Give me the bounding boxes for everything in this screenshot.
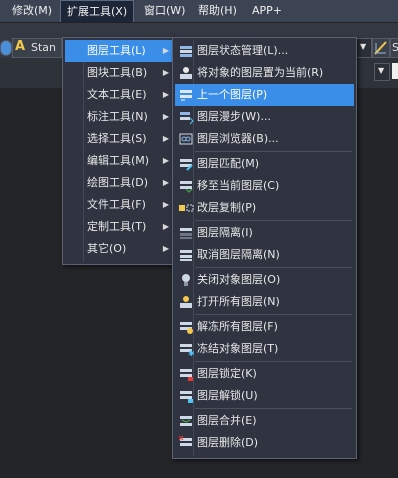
layer-previous-item[interactable]: 上一个图层(P) — [175, 84, 354, 106]
move-to-current-layer-item[interactable]: 移至当前图层(C) — [175, 175, 354, 197]
layer-unlock-icon — [178, 388, 194, 404]
make-object-layer-current-item[interactable]: 将对象的图层置为当前(R) — [175, 62, 354, 84]
chevron-right-icon: ▶ — [162, 68, 169, 77]
layer-state-manager-item[interactable]: 图层状态管理(L)... — [175, 40, 354, 62]
layer-browser-item[interactable]: 图层浏览器(B)... — [175, 128, 354, 150]
chevron-right-icon: ▶ — [162, 178, 169, 187]
chevron-right-icon: ▶ — [162, 90, 169, 99]
text-style-name: Stan — [31, 41, 57, 54]
toolbar-overflow[interactable]: S — [390, 38, 398, 58]
layer-freeze-icon: ✱ — [178, 341, 195, 358]
menu-window[interactable]: 窗口(W) — [138, 0, 191, 22]
move-to-current-icon — [178, 178, 194, 194]
layer-state-icon — [178, 43, 194, 59]
menu-item-block-tools[interactable]: 图块工具(B) ▶ — [65, 62, 173, 84]
extended-tools-menu: 图层工具(L) ▶ 图块工具(B) ▶ 文本工具(E) ▶ 标注工具(N) ▶ 选择工具… — [62, 37, 176, 265]
chevron-right-icon: ▶ — [162, 134, 169, 143]
toolbar-dropdown-arrow[interactable]: ▼ — [356, 38, 372, 58]
chevron-right-icon: ▶ — [162, 244, 169, 253]
menu-item-dimension-tools[interactable]: 标注工具(N) ▶ — [65, 106, 173, 128]
copy-to-layer-item[interactable]: 改层复制(P) — [175, 197, 354, 219]
chevron-right-icon: ▶ — [162, 112, 169, 121]
menu-bar: 修改(M) 扩展工具(X) 窗口(W) 帮助(H) APP+ — [0, 0, 398, 23]
layer-merge-icon — [178, 413, 194, 429]
menu-item-other[interactable]: 其它(O) ▶ — [65, 238, 173, 260]
copy-to-layer-icon — [178, 200, 194, 216]
chevron-right-icon: ▶ — [162, 200, 169, 209]
menu-extended-tools[interactable]: 扩展工具(X) — [60, 0, 135, 22]
layer-walk-icon — [178, 109, 194, 125]
chevron-right-icon: ▶ — [162, 222, 169, 231]
menu-help[interactable]: 帮助(H) — [192, 0, 243, 22]
layer-merge-item[interactable]: 图层合并(E) — [175, 410, 354, 432]
menu-item-selection-tools[interactable]: 选择工具(S) ▶ — [65, 128, 173, 150]
layer-unisolate-icon — [178, 247, 194, 263]
menu-app-plus[interactable]: APP+ — [246, 0, 288, 22]
layer-walk-item[interactable]: 图层漫步(W)... — [175, 106, 354, 128]
layer-unlock-item[interactable]: 图层解锁(U) — [175, 385, 354, 407]
layer-unisolate-item[interactable]: 取消图层隔离(N) — [175, 244, 354, 266]
text-style-dropdown[interactable]: A Stan — [12, 38, 62, 58]
make-current-icon — [178, 65, 194, 81]
layer-delete-icon — [178, 435, 194, 451]
layer-thaw-item[interactable]: 解冻所有图层(F) — [175, 316, 354, 338]
menu-item-layer-tools[interactable]: 图层工具(L) ▶ — [65, 40, 173, 62]
menu-item-edit-tools[interactable]: 编辑工具(M) ▶ — [65, 150, 173, 172]
layer-match-item[interactable]: 图层匹配(M) — [175, 153, 354, 175]
menu-modify[interactable]: 修改(M) — [6, 0, 58, 22]
layer-match-icon — [178, 156, 194, 172]
menu-item-draw-tools[interactable]: 绘图工具(D) ▶ — [65, 172, 173, 194]
chevron-right-icon: ▶ — [162, 46, 169, 55]
layer-isolate-item[interactable]: 图层隔离(I) — [175, 222, 354, 244]
svg-text:✱: ✱ — [188, 349, 194, 357]
menu-item-file-tools[interactable]: 文件工具(F) ▶ — [65, 194, 173, 216]
dimension-style-icon[interactable] — [372, 38, 390, 58]
layer-off-item[interactable]: 关闭对象图层(O) — [175, 269, 354, 291]
layer-thaw-icon — [178, 319, 194, 335]
layer-tools-submenu: 图层状态管理(L)... 将对象的图层置为当前(R) 上一个图层(P) 图层漫步… — [172, 37, 357, 459]
layer-delete-item[interactable]: 图层删除(D) — [175, 432, 354, 454]
layer-lock-item[interactable]: 图层锁定(K) — [175, 363, 354, 385]
menu-item-custom-tools[interactable]: 定制工具(T) ▶ — [65, 216, 173, 238]
layer-on-item[interactable]: 打开所有图层(N) — [175, 291, 354, 313]
layer-previous-icon — [178, 87, 194, 103]
layer-on-icon — [178, 294, 194, 310]
layer-lock-icon — [178, 366, 194, 382]
layer-off-icon — [178, 272, 194, 288]
secondary-dropdown-arrow[interactable]: ▼ — [374, 63, 390, 81]
text-style-icon: A — [15, 39, 26, 54]
menu-item-text-tools[interactable]: 文本工具(E) ▶ — [65, 84, 173, 106]
toolbar-circle-icon[interactable] — [0, 40, 12, 56]
layer-browser-icon — [178, 131, 194, 147]
chevron-right-icon: ▶ — [162, 156, 169, 165]
layer-isolate-icon — [178, 225, 194, 241]
layer-freeze-item[interactable]: ✱ 冻结对象图层(T) — [175, 338, 354, 360]
secondary-input[interactable] — [392, 63, 398, 79]
